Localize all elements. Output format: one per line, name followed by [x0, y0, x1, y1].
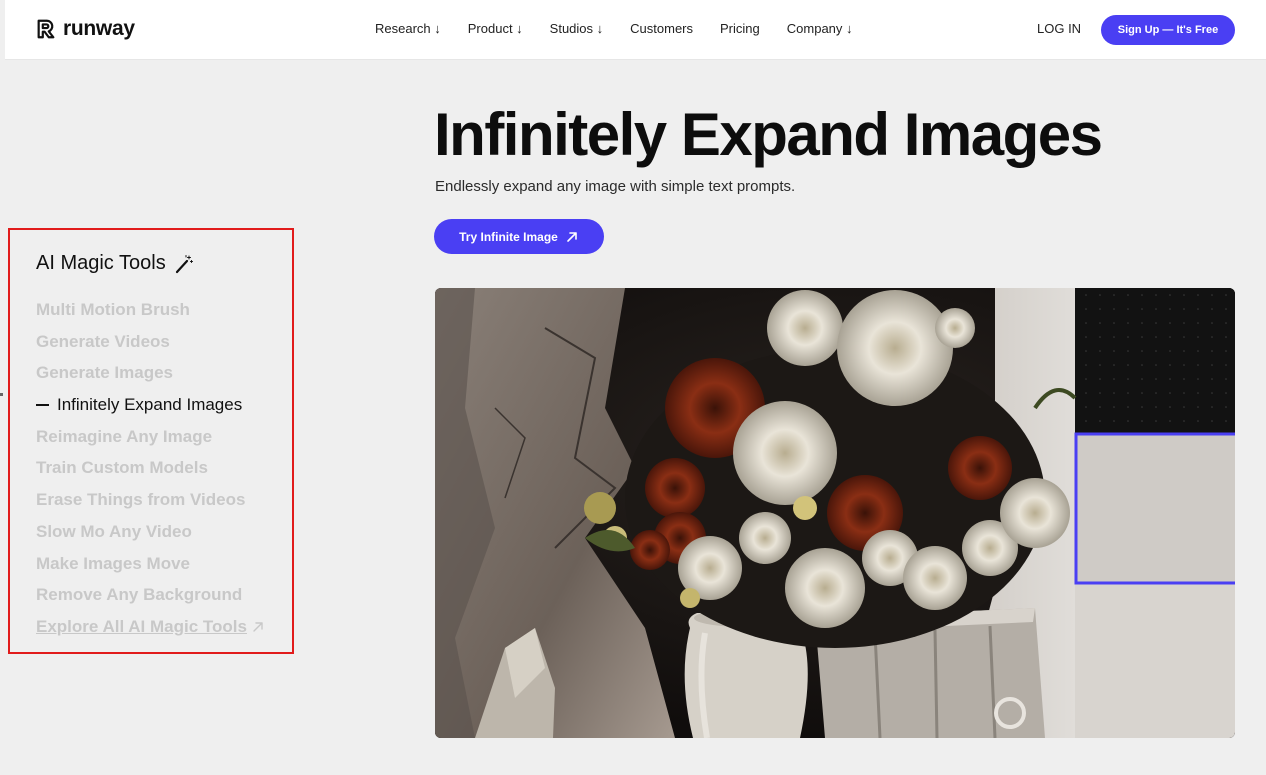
ai-magic-tools-panel: AI Magic Tools Multi Motion Brush Genera… — [8, 228, 294, 654]
nav-product[interactable]: Product ↓ — [468, 21, 523, 36]
arrow-up-right-icon — [253, 622, 263, 632]
panel-title: AI Magic Tools — [36, 252, 194, 275]
explore-label: Explore All AI Magic Tools — [36, 616, 247, 636]
tool-generate-images[interactable]: Generate Images — [36, 357, 265, 389]
magic-wand-icon — [175, 254, 193, 273]
nav-company[interactable]: Company ↓ — [787, 21, 853, 36]
tool-erase-things-from-videos[interactable]: Erase Things from Videos — [36, 484, 265, 516]
edge-marker — [0, 393, 3, 396]
logo-wordmark: runway — [63, 17, 135, 40]
active-indicator — [36, 403, 49, 406]
runway-logo[interactable]: runway — [35, 17, 135, 41]
tool-train-custom-models[interactable]: Train Custom Models — [36, 452, 265, 484]
signup-button[interactable]: Sign Up — It's Free — [1101, 15, 1235, 45]
tool-list: Multi Motion Brush Generate Videos Gener… — [36, 294, 265, 643]
page-title: Infinitely Expand Images — [434, 101, 1103, 168]
tool-multi-motion-brush[interactable]: Multi Motion Brush — [36, 294, 265, 326]
panel-title-text: AI Magic Tools — [36, 252, 166, 274]
runway-logo-icon — [37, 19, 55, 39]
tool-generate-videos[interactable]: Generate Videos — [36, 326, 265, 358]
nav-pricing[interactable]: Pricing — [720, 21, 760, 36]
tool-make-images-move[interactable]: Make Images Move — [36, 548, 265, 580]
page-subtitle: Endlessly expand any image with simple t… — [435, 178, 796, 195]
explore-all-tools-link[interactable]: Explore All AI Magic Tools — [36, 611, 265, 643]
nav-customers[interactable]: Customers — [630, 21, 693, 36]
tool-infinitely-expand-images[interactable]: Infinitely Expand Images — [36, 389, 265, 421]
cta-label: Try Infinite Image — [459, 229, 558, 244]
arrow-up-right-icon — [567, 231, 577, 242]
main-nav: Research ↓ Product ↓ Studios ↓ Customers… — [375, 21, 880, 36]
tool-slow-mo-any-video[interactable]: Slow Mo Any Video — [36, 516, 265, 548]
expanded-image-demo — [435, 288, 1235, 738]
nav-research[interactable]: Research ↓ — [375, 21, 441, 36]
try-infinite-image-button[interactable]: Try Infinite Image — [434, 219, 604, 254]
flower-vase-illustration — [435, 288, 1235, 738]
tool-remove-any-background[interactable]: Remove Any Background — [36, 579, 265, 611]
login-link[interactable]: LOG IN — [1037, 21, 1081, 36]
nav-studios[interactable]: Studios ↓ — [550, 21, 603, 36]
tool-reimagine-any-image[interactable]: Reimagine Any Image — [36, 421, 265, 453]
tool-label-active: Infinitely Expand Images — [57, 395, 243, 415]
top-navbar: runway Research ↓ Product ↓ Studios ↓ Cu… — [5, 0, 1266, 60]
